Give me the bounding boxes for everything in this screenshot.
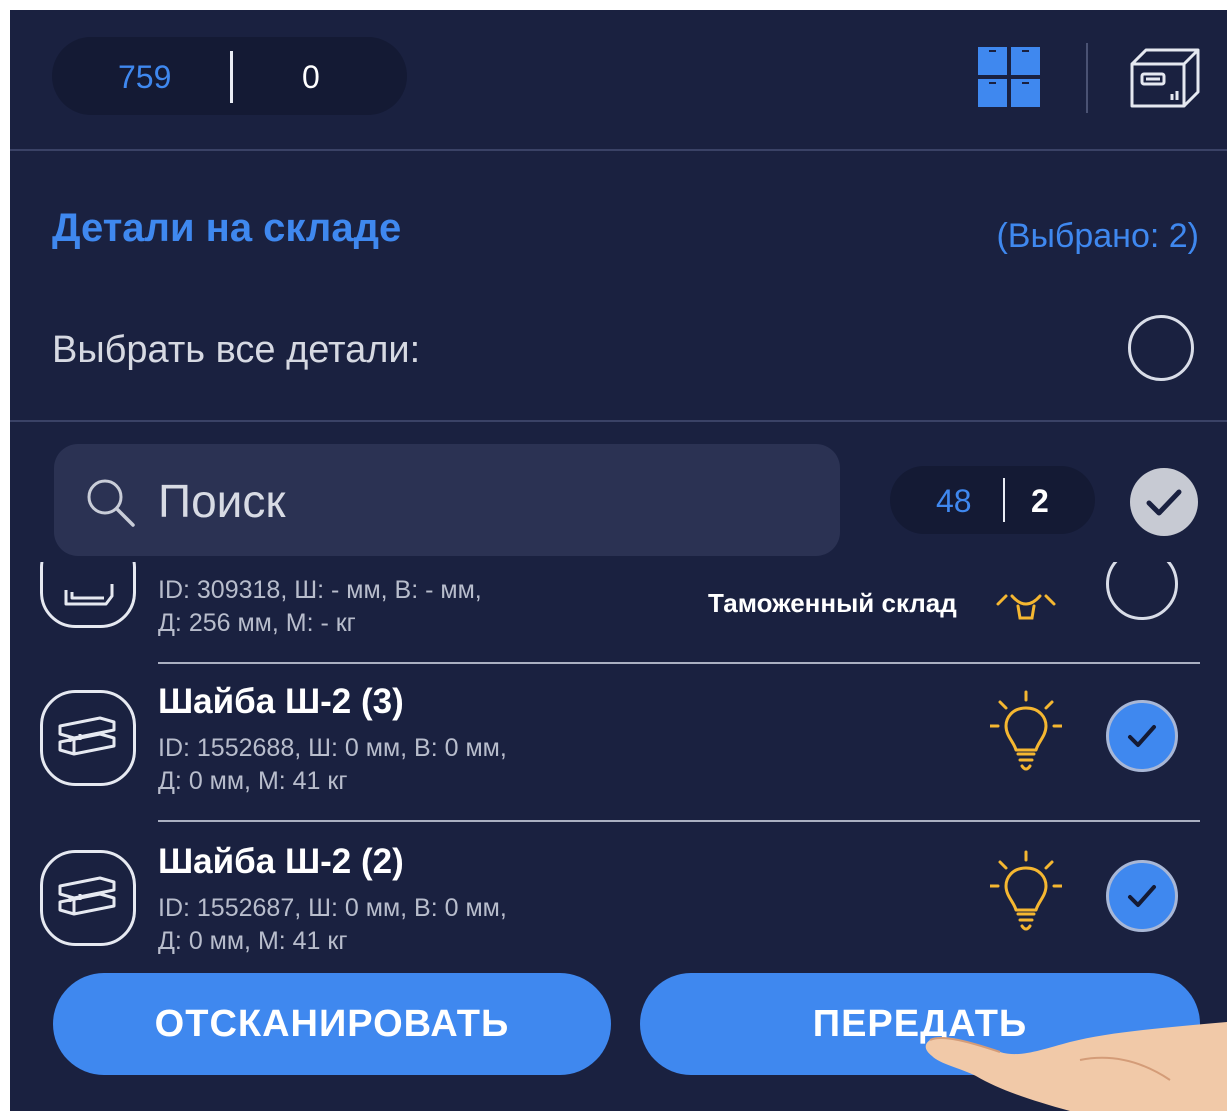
beam-icon <box>40 850 136 946</box>
item-meta-line2: Д: 0 мм, М: 41 кг <box>158 767 348 795</box>
beam-icon <box>40 690 136 786</box>
section-divider-line <box>10 420 1227 422</box>
counter-total: 759 <box>118 59 172 95</box>
lightbulb-icon <box>996 594 1056 620</box>
scan-button[interactable]: ОТСКАНИРОВАТЬ <box>53 973 611 1075</box>
part-thumbnail-icon <box>40 562 136 628</box>
lightbulb-icon <box>990 690 1062 771</box>
filter-counter: 48 2 <box>890 466 1095 534</box>
checkmark-icon <box>1146 489 1182 516</box>
item-meta-line2: Д: 0 мм, М: 41 кг <box>158 927 348 955</box>
page-title: Детали на складе <box>52 206 402 250</box>
app-screen: 759 0 Детали на складе (Выбрано: 2) Выбр… <box>10 10 1227 1111</box>
pointing-hand-icon <box>925 1022 1227 1111</box>
item-checkbox[interactable] <box>1106 700 1178 772</box>
item-name: Шайба Ш-2 (3) <box>158 682 404 721</box>
item-radio[interactable] <box>1106 562 1178 620</box>
filter-count-total: 48 <box>936 483 972 519</box>
select-all-label: Выбрать все детали: <box>52 329 421 371</box>
parts-list[interactable]: ID: 309318, Ш: - мм, В: - мм, Д: 256 мм,… <box>10 562 1227 978</box>
item-meta-line1: ID: 1552688, Ш: 0 мм, В: 0 мм, <box>158 734 507 762</box>
filter-count-selected: 2 <box>1031 483 1049 519</box>
filter-count-divider <box>1003 478 1005 522</box>
counter-selected: 0 <box>302 59 320 95</box>
package-icon[interactable] <box>1128 46 1202 110</box>
counter-divider <box>230 51 233 103</box>
checkmark-icon <box>1128 885 1156 907</box>
item-meta-line1: ID: 1552687, Ш: 0 мм, В: 0 мм, <box>158 894 507 922</box>
check-all-button[interactable] <box>1130 468 1198 536</box>
item-warehouse: Таможенный склад <box>708 588 957 618</box>
item-name: Шайба Ш-2 (2) <box>158 842 404 881</box>
header-divider <box>1086 43 1088 113</box>
selected-count: (Выбрано: 2) <box>996 217 1199 255</box>
search-bar[interactable] <box>54 444 840 556</box>
item-meta-line1: ID: 309318, Ш: - мм, В: - мм, <box>158 576 482 604</box>
checkmark-icon <box>1128 725 1156 747</box>
list-item[interactable]: Шайба Ш-2 (2) ID: 1552687, Ш: 0 мм, В: 0… <box>10 824 1227 978</box>
select-all-radio[interactable] <box>1128 315 1194 381</box>
list-item[interactable]: ID: 309318, Ш: - мм, В: - мм, Д: 256 мм,… <box>10 562 1227 664</box>
header-divider-line <box>10 149 1227 151</box>
item-meta-line2: Д: 256 мм, М: - кг <box>158 609 356 637</box>
item-checkbox[interactable] <box>1106 860 1178 932</box>
lightbulb-icon <box>990 850 1062 931</box>
list-item[interactable]: Шайба Ш-2 (3) ID: 1552688, Ш: 0 мм, В: 0… <box>10 664 1227 822</box>
search-input[interactable] <box>156 460 810 542</box>
parts-counter: 759 0 <box>52 37 407 115</box>
item-divider <box>158 820 1200 822</box>
grid-icon[interactable] <box>978 47 1040 107</box>
search-icon <box>87 479 135 527</box>
